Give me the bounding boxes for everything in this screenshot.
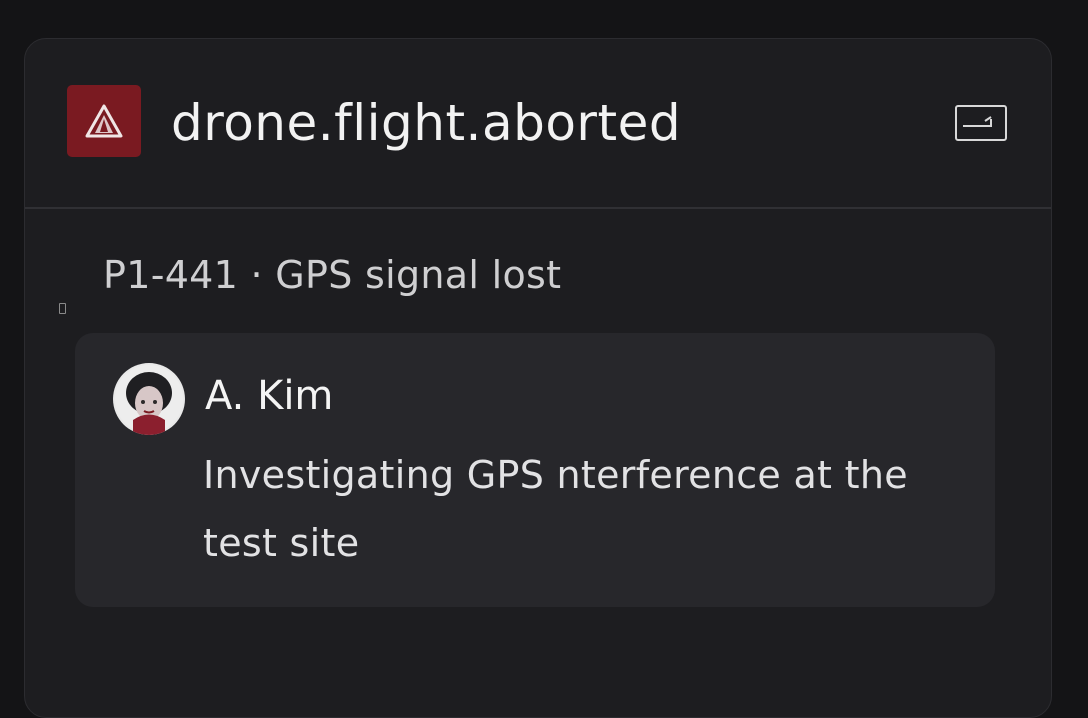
comment-author: A. Kim [205, 373, 334, 419]
collapse-panel-icon[interactable] [955, 105, 1007, 141]
alert-triangle-icon [67, 85, 141, 157]
card-header: drone.flight.aborted [25, 39, 1051, 209]
event-title: drone.flight.aborted [171, 94, 682, 152]
notification-card: drone.flight.aborted P1-441 · GPS signal… [24, 38, 1052, 718]
event-subtitle: P1-441 · GPS signal lost [103, 253, 562, 297]
drag-handle-icon[interactable] [59, 303, 66, 314]
comment-message: Investigating GPS nterference at the tes… [203, 453, 908, 565]
comment-card: A. Kim Investigating GPS nterference at … [75, 333, 995, 607]
user-avatar[interactable] [113, 363, 185, 435]
